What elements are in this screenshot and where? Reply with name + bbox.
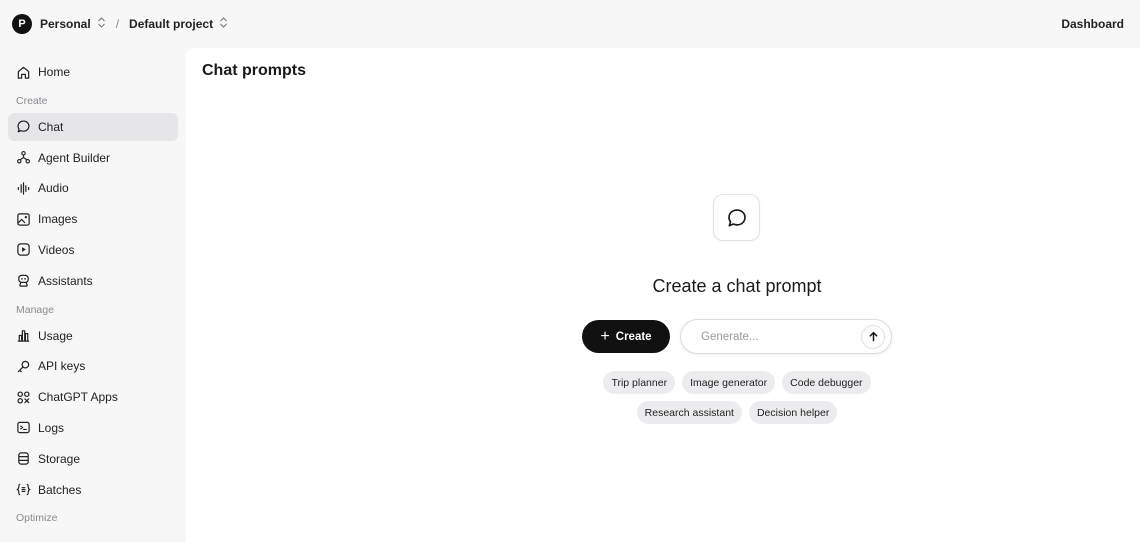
sidebar-item-label: API keys: [38, 359, 86, 374]
sidebar-item-storage[interactable]: Storage: [8, 445, 178, 473]
sidebar-item-logs[interactable]: Logs: [8, 414, 178, 442]
dashboard-link[interactable]: Dashboard: [1061, 17, 1128, 31]
suggestion-chip-code-debugger[interactable]: Code debugger: [782, 371, 871, 394]
assistant-robot-icon: [18, 275, 29, 288]
sidebar-item-label: Storage: [38, 451, 81, 466]
sidebar-item-videos[interactable]: Videos: [8, 236, 178, 264]
batches-braces-icon: [16, 483, 31, 496]
top-bar: P Personal / Default project Dashboard: [0, 0, 1140, 48]
create-button-label: Create: [615, 330, 652, 343]
chat-bubble-icon: [17, 120, 30, 133]
suggestion-chips-row: Research assistant Decision helper: [186, 401, 1140, 424]
org-switcher[interactable]: Personal: [40, 17, 91, 31]
suggestion-chip-image-generator[interactable]: Image generator: [682, 371, 776, 394]
suggestion-chip-decision-helper[interactable]: Decision helper: [748, 401, 838, 424]
sidebar-item-assistants[interactable]: Assistants: [8, 267, 178, 295]
sidebar-item-agent-builder[interactable]: Agent Builder: [8, 144, 178, 172]
key-icon: [17, 360, 30, 373]
terminal-icon: [17, 422, 30, 434]
sidebar-item-images[interactable]: Images: [8, 205, 178, 233]
main-panel: Chat prompts Create a chat prompt + Crea…: [186, 48, 1140, 542]
arrow-up-icon: [869, 331, 877, 342]
org-switch-icon[interactable]: [97, 17, 106, 31]
image-icon: [17, 212, 30, 226]
agent-nodes-icon: [17, 151, 30, 164]
sidebar-item-batches[interactable]: Batches: [8, 476, 178, 504]
play-icon: [17, 243, 30, 257]
sidebar-item-label: Videos: [38, 242, 75, 257]
generate-field: [680, 319, 892, 354]
section-label-optimize: Optimize: [16, 512, 58, 525]
sidebar-item-label: Chat: [38, 119, 64, 134]
org-avatar[interactable]: P: [12, 14, 32, 34]
generate-input[interactable]: [701, 330, 861, 343]
sidebar-item-label: Logs: [38, 420, 65, 435]
create-button[interactable]: + Create: [582, 320, 670, 353]
apps-icon: [17, 391, 30, 404]
project-switcher[interactable]: Default project: [129, 17, 213, 31]
plus-icon: +: [600, 327, 610, 345]
chat-bubble-icon: [727, 208, 746, 227]
suggestion-chip-research-assistant[interactable]: Research assistant: [636, 401, 742, 424]
sidebar-item-label: Agent Builder: [38, 150, 111, 165]
usage-chart-icon: [17, 330, 30, 342]
send-button[interactable]: [861, 324, 885, 349]
sidebar-item-label: ChatGPT Apps: [38, 390, 118, 405]
sidebar-item-chatgpt-apps[interactable]: ChatGPT Apps: [8, 383, 178, 411]
sidebar-item-label: Audio: [38, 181, 69, 196]
sidebar-item-label: Images: [38, 212, 78, 227]
project-switch-icon[interactable]: [219, 17, 228, 31]
sidebar-item-usage[interactable]: Usage: [8, 322, 178, 350]
sidebar: Home Create Chat Agent Builder Audio Ima…: [0, 48, 186, 542]
section-label-manage: Manage: [16, 303, 54, 316]
empty-state: Create a chat prompt + Create Trip plann…: [186, 48, 1140, 542]
home-icon: [17, 66, 30, 79]
breadcrumb-separator: /: [115, 17, 120, 31]
sidebar-item-label: Batches: [38, 482, 82, 497]
suggestion-chip-trip-planner[interactable]: Trip planner: [603, 371, 676, 394]
sidebar-item-api-keys[interactable]: API keys: [8, 352, 178, 380]
suggestion-chips-row: Trip planner Image generator Code debugg…: [186, 371, 1140, 394]
sidebar-item-chat[interactable]: Chat: [8, 112, 178, 141]
sidebar-item-audio[interactable]: Audio: [8, 174, 178, 202]
empty-state-title: Create a chat prompt: [652, 276, 822, 296]
sidebar-item-label: Assistants: [38, 273, 93, 288]
sidebar-item-label: Usage: [38, 328, 73, 343]
sidebar-item-label: Home: [38, 65, 71, 79]
section-label-create: Create: [16, 94, 48, 107]
database-icon: [18, 452, 29, 465]
audio-wave-icon: [17, 182, 30, 195]
chat-prompt-icon-tile: [713, 194, 760, 241]
sidebar-item-home[interactable]: Home: [8, 58, 178, 86]
